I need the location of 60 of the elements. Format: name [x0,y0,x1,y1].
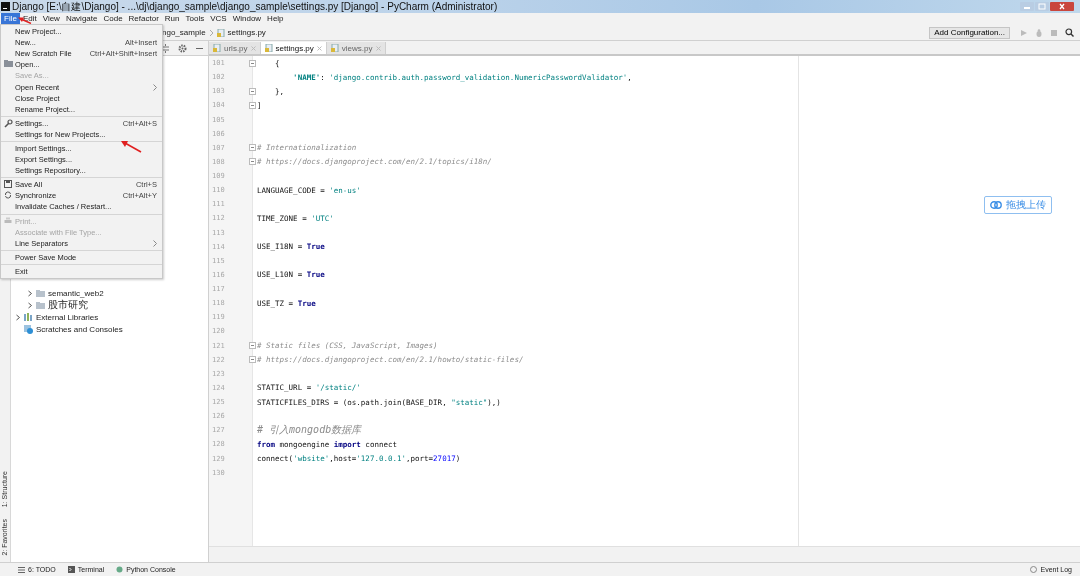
fold-marker-icon[interactable] [249,342,256,350]
settings-icon[interactable] [178,43,187,53]
menu-item[interactable]: Run [161,13,183,25]
menu-item[interactable]: VCS [207,13,230,25]
search-icon[interactable] [1065,28,1074,37]
menu-item[interactable]: Help [264,13,287,25]
menu-item[interactable]: Code [100,13,126,25]
menu-item[interactable]: File [1,13,20,25]
menu-item[interactable]: View [39,13,63,25]
menu-item[interactable]: Refactor [125,13,162,25]
editor-tab[interactable]: settings.py [260,42,327,54]
editor-tab[interactable]: views.py [326,42,386,54]
chevron-icon[interactable] [27,289,33,297]
fold-marker-icon[interactable] [249,59,256,67]
collapse-icon[interactable] [161,43,170,53]
fold-marker-icon[interactable] [249,101,256,109]
tree-item[interactable]: semantic_web2 [48,288,104,298]
python-file-icon [216,28,225,37]
event-log-icon [1030,566,1038,573]
editor-tab[interactable]: urls.py [209,42,261,54]
fold-marker-icon[interactable] [249,87,256,95]
close-icon[interactable] [1050,2,1074,11]
chevron-icon[interactable] [27,301,33,309]
sync-icon [3,191,13,201]
tab-label: urls.py [224,43,248,53]
breadcrumb-item[interactable]: ngo_sample [162,28,206,37]
tree-item[interactable]: 股市研究 [48,298,88,312]
save-icon [3,180,13,190]
app-logo-icon [1,2,10,11]
wrench-icon [3,118,13,128]
tree-item[interactable]: Scratches and Consoles [36,324,123,334]
python-file-icon [330,44,339,52]
menu-item[interactable]: Tools [182,13,208,25]
close-icon[interactable] [316,45,322,51]
terminal-icon [67,566,75,573]
tab-label: views.py [341,43,373,53]
python-file-icon [213,44,221,52]
fold-marker-icon[interactable] [249,356,256,364]
python-file-icon [264,44,273,52]
list-icon [18,566,25,573]
menu-item[interactable]: Navigate [62,13,101,25]
menu-item[interactable]: Edit [19,13,40,25]
breadcrumb-item[interactable]: settings.py [227,28,266,37]
window-title: Django [E:\自建\Django] - ...\dj\django_sample\django_sample\settings.py [Django] - PyCharm (Administrator) [12,0,498,13]
printer-icon [3,216,13,226]
fold-marker-icon[interactable] [249,158,256,166]
tab-label: settings.py [275,43,314,53]
folder-icon [36,301,45,309]
folder-icon [3,60,13,70]
folder-icon [36,289,45,297]
tree-item[interactable]: External Libraries [36,312,99,322]
menu-item[interactable]: Window [229,13,265,25]
chevron-icon[interactable] [15,313,21,321]
library-icon [24,313,33,321]
annotation-arrow [120,139,142,153]
code-line: # 引入mongodb数据库 [257,423,362,438]
add-configuration-button[interactable]: Add Configuration... [929,26,1010,39]
chevron-icon [208,28,214,37]
fold-marker-icon[interactable] [249,144,256,152]
upload-widget[interactable]: 拖拽上传 [984,196,1052,214]
